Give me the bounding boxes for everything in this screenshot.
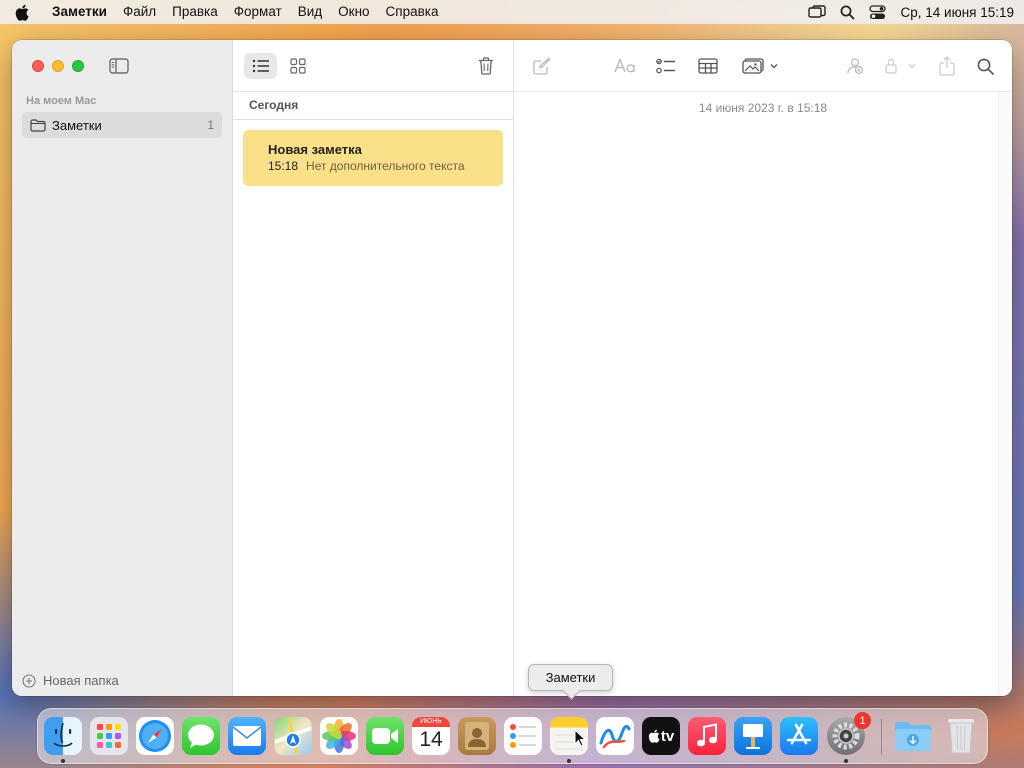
apple-menu-icon[interactable] [12, 0, 32, 24]
dock-calendar-icon[interactable]: ИЮНЬ 14 [412, 717, 450, 755]
dock-mail-icon[interactable] [228, 717, 266, 755]
menu-view[interactable]: Вид [290, 0, 330, 24]
spotlight-search-icon[interactable] [840, 5, 855, 20]
editor-scrollbar[interactable] [998, 92, 1012, 696]
list-view-button[interactable] [244, 53, 277, 79]
share-icon[interactable] [934, 53, 960, 79]
folder-note-count: 1 [207, 118, 214, 132]
note-subtitle: 15:18 Нет дополнительного текста [268, 159, 503, 173]
running-indicator [844, 759, 848, 763]
compose-icon[interactable] [530, 53, 554, 79]
running-indicator [61, 759, 65, 763]
lock-icon[interactable] [882, 53, 918, 79]
grid-icon [290, 58, 306, 74]
menu-edit[interactable]: Правка [164, 0, 226, 24]
note-time: 15:18 [268, 159, 299, 173]
note-list-item[interactable]: Новая заметка 15:18 Нет дополнительного т… [243, 130, 503, 186]
dock-launchpad-icon[interactable] [90, 717, 128, 755]
tv-label: tv [660, 727, 675, 745]
dock-reminders-icon[interactable] [504, 717, 542, 755]
dock-safari-icon[interactable] [136, 717, 174, 755]
calendar-month: ИЮНЬ [412, 717, 450, 727]
gallery-view-button[interactable] [285, 53, 311, 79]
dock-freeform-icon[interactable] [596, 717, 634, 755]
zoom-window-button[interactable] [72, 60, 84, 72]
folder-icon [30, 118, 46, 132]
control-center-icon[interactable] [868, 4, 886, 20]
search-icon[interactable] [972, 53, 998, 79]
notes-list-pane: Сегодня Новая заметка 15:18 Нет дополните… [233, 40, 514, 696]
menu-format[interactable]: Формат [226, 0, 290, 24]
table-icon[interactable] [695, 53, 721, 79]
trash-icon [479, 57, 493, 75]
dock-app-store-icon[interactable] [780, 717, 818, 755]
new-folder-label: Новая папка [43, 673, 119, 688]
delete-note-button[interactable] [473, 53, 499, 79]
notes-window: На моем Mac Заметки 1 Новая папка Сегодн… [12, 40, 1012, 696]
media-icon[interactable] [739, 53, 781, 79]
close-window-button[interactable] [32, 60, 44, 72]
dock-messages-icon[interactable] [182, 717, 220, 755]
menu-window[interactable]: Окно [330, 0, 377, 24]
notes-group-header: Сегодня [249, 98, 299, 112]
sidebar: На моем Mac Заметки 1 Новая папка [12, 40, 233, 696]
new-folder-button[interactable]: Новая папка [22, 673, 119, 688]
collaborate-icon[interactable] [842, 53, 868, 79]
menu-app-name[interactable]: Заметки [44, 0, 115, 24]
dock-trash-icon[interactable] [942, 717, 980, 755]
note-title: Новая заметка [268, 142, 362, 157]
screen-mirroring-icon[interactable] [807, 5, 826, 19]
note-editor[interactable]: 14 июня 2023 г. в 15:18 [514, 40, 1012, 696]
dock-separator [881, 719, 882, 755]
dock-downloads-folder-icon[interactable] [894, 717, 932, 755]
menu-file[interactable]: Файл [115, 0, 164, 24]
editor-toolbar [514, 40, 1012, 92]
text-format-icon[interactable] [612, 53, 638, 79]
dock-tooltip: Заметки [528, 664, 613, 691]
dock-contacts-icon[interactable] [458, 717, 496, 755]
menu-help[interactable]: Справка [378, 0, 447, 24]
plus-circle-icon [22, 673, 36, 688]
checklist-icon[interactable] [653, 53, 679, 79]
divider [233, 119, 513, 120]
dock-tv-icon[interactable]: tv [642, 717, 680, 755]
sidebar-item-label: Заметки [52, 117, 102, 133]
sidebar-toggle-icon[interactable] [108, 56, 130, 76]
calendar-day: 14 [419, 728, 443, 751]
list-toolbar [233, 40, 513, 92]
dock-finder-icon[interactable] [44, 717, 82, 755]
mouse-cursor-icon [574, 728, 587, 752]
sidebar-section-title: На моем Mac [26, 95, 97, 107]
menu-bar: Заметки Файл Правка Формат Вид Окно Спра… [0, 0, 1024, 24]
dock-photos-icon[interactable] [320, 717, 358, 755]
dock: ИЮНЬ 14 tv 1 [37, 708, 988, 764]
minimize-window-button[interactable] [52, 60, 64, 72]
dock-keynote-icon[interactable] [734, 717, 772, 755]
menu-clock[interactable]: Ср, 14 июня 15:19 [901, 5, 1015, 20]
notification-badge: 1 [854, 712, 871, 729]
note-preview: Нет дополнительного текста [306, 159, 465, 173]
note-date-label: 14 июня 2023 г. в 15:18 [698, 101, 828, 115]
running-indicator [567, 759, 571, 763]
dock-facetime-icon[interactable] [366, 717, 404, 755]
dock-maps-icon[interactable] [274, 717, 312, 755]
sidebar-item-notes-folder[interactable]: Заметки 1 [22, 112, 222, 138]
dock-music-icon[interactable] [688, 717, 726, 755]
list-view-icon [252, 59, 269, 73]
